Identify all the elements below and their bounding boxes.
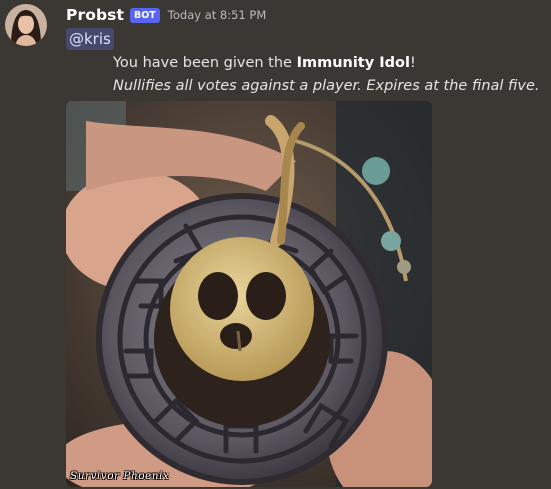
author-username[interactable]: Probst xyxy=(66,6,124,24)
bot-badge: BOT xyxy=(129,7,160,23)
image-watermark: Survivor Phoenix xyxy=(70,470,170,482)
item-name: Immunity Idol xyxy=(296,55,410,71)
message-text: You have been given the Immunity Idol! xyxy=(113,55,416,71)
message-header: Probst BOT Today at 8:51 PM xyxy=(66,4,266,26)
author-avatar[interactable] xyxy=(5,4,47,46)
message-text-suffix: ! xyxy=(409,55,416,71)
immunity-idol-image xyxy=(66,101,432,487)
message-text-prefix: You have been given the xyxy=(113,55,297,71)
user-mention[interactable]: @kris xyxy=(66,28,114,50)
item-description: Nullifies all votes against a player. Ex… xyxy=(113,78,540,94)
chat-message: Probst BOT Today at 8:51 PM @kris You ha… xyxy=(0,0,551,489)
avatar-image xyxy=(5,4,47,46)
message-timestamp: Today at 8:51 PM xyxy=(167,8,267,22)
image-attachment[interactable]: Survivor Phoenix xyxy=(66,101,432,487)
